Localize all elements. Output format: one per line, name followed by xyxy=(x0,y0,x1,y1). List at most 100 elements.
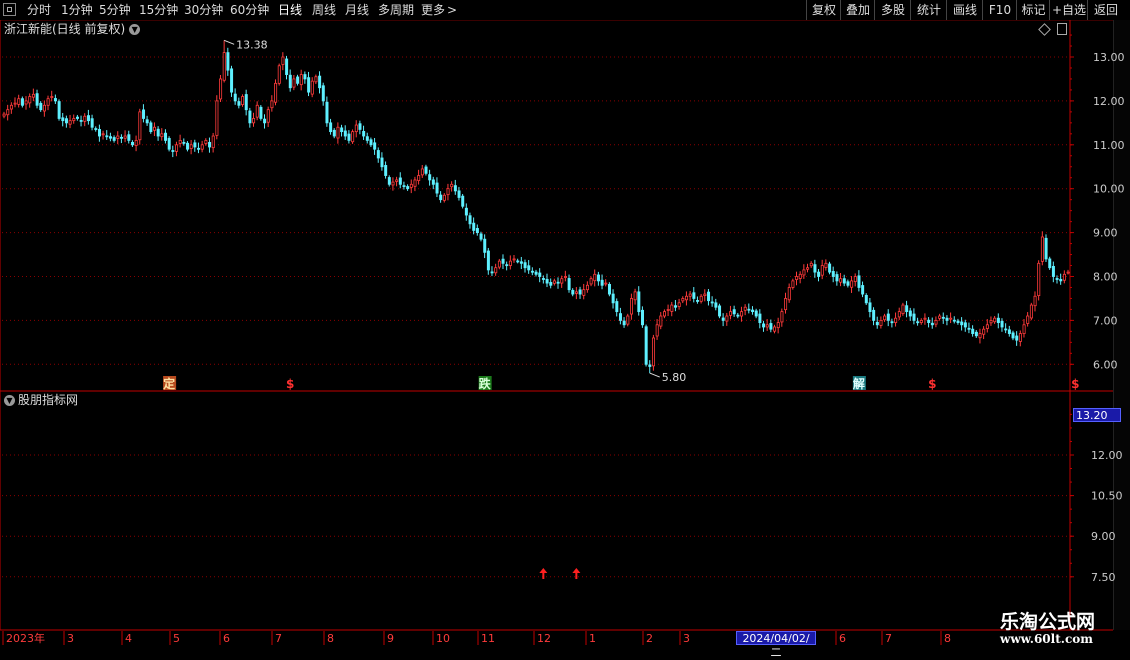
candle-body xyxy=(563,276,567,278)
candle-body xyxy=(1022,324,1026,334)
date-label-2: 4 xyxy=(125,632,132,645)
candle-body xyxy=(1000,320,1004,328)
candle-body xyxy=(461,195,465,207)
candle-body xyxy=(424,166,428,174)
candle-body xyxy=(153,126,157,131)
candle-body xyxy=(648,364,652,367)
candle-body xyxy=(2,113,6,117)
candle-body xyxy=(626,315,630,325)
candle-body xyxy=(798,273,802,279)
candle-body xyxy=(182,141,186,144)
candle-body xyxy=(556,281,560,284)
candle-body xyxy=(53,98,57,102)
candle-body xyxy=(230,68,234,93)
candle-body xyxy=(974,331,978,337)
candle-body xyxy=(97,129,101,137)
candle-body xyxy=(527,265,531,271)
candle-body xyxy=(475,228,479,234)
candle-body xyxy=(652,337,656,367)
candle-body xyxy=(189,144,193,149)
candle-body xyxy=(901,304,905,314)
candle-body xyxy=(420,168,424,176)
candle-body xyxy=(219,78,223,100)
sub-tick-label-1: 9.00 xyxy=(1091,530,1116,543)
candle-body xyxy=(450,183,454,188)
candle-body xyxy=(376,150,380,159)
candle-body xyxy=(483,238,487,253)
chart-canvas[interactable]: 6.00 7.00 8.00 9.00 10.00 11.00 12.00 13.00 7.50… xyxy=(0,0,1130,650)
candle-body xyxy=(446,188,450,196)
candle-body xyxy=(813,264,817,273)
candle-body xyxy=(996,317,1000,323)
candle-body xyxy=(145,119,149,124)
candle-body xyxy=(494,267,498,274)
candle-body xyxy=(307,77,311,93)
candle-body xyxy=(615,301,619,313)
candle-body xyxy=(1011,332,1015,339)
candle-body xyxy=(732,309,736,315)
candle-body xyxy=(886,313,890,321)
candle-body xyxy=(666,309,670,311)
signal-label-4: $ xyxy=(928,377,936,391)
date-label-4: 6 xyxy=(223,632,230,645)
candle-body xyxy=(1037,262,1041,296)
candle-body xyxy=(413,179,417,187)
candle-body xyxy=(340,127,344,133)
candle-body xyxy=(57,101,61,119)
candle-body xyxy=(486,250,490,271)
candle-body xyxy=(831,271,835,277)
candle-body xyxy=(259,106,263,119)
candle-body xyxy=(42,104,46,112)
candle-body xyxy=(685,295,689,301)
candle-body xyxy=(6,109,10,116)
candle-body xyxy=(552,280,556,284)
candle-body xyxy=(120,136,124,139)
candle-body xyxy=(963,322,967,328)
candle-body xyxy=(479,233,483,240)
candle-body xyxy=(868,302,872,313)
candle-body xyxy=(820,265,824,276)
candle-body xyxy=(31,93,35,98)
date-label-10: 12 xyxy=(537,632,551,645)
candle-body xyxy=(578,289,582,295)
candle-body xyxy=(912,313,916,321)
candle-body xyxy=(398,177,402,185)
candle-body xyxy=(347,133,351,141)
sub-tick-label-0: 7.50 xyxy=(1091,571,1116,584)
candle-body xyxy=(501,258,505,264)
candle-body xyxy=(784,298,788,311)
candle-body xyxy=(28,96,32,104)
candle-body xyxy=(545,278,549,284)
candle-body xyxy=(1044,237,1048,260)
candle-body xyxy=(923,317,927,320)
candle-body xyxy=(138,111,142,141)
low-price-label: 5.80 xyxy=(662,371,687,384)
candle-body xyxy=(134,140,138,146)
candle-body xyxy=(585,284,589,291)
candle-body xyxy=(582,289,586,296)
candle-body xyxy=(1007,329,1011,334)
candle-body xyxy=(890,321,894,324)
candle-body xyxy=(842,278,846,284)
candle-body xyxy=(112,137,116,141)
candle-body xyxy=(241,96,245,106)
high-price-label: 13.38 xyxy=(236,38,268,51)
candle-body xyxy=(714,302,718,308)
signal-label-1: $ xyxy=(286,377,294,391)
candle-body xyxy=(952,319,956,322)
candle-body xyxy=(211,135,215,149)
candle-body xyxy=(629,298,633,315)
candle-body xyxy=(692,292,696,299)
candle-body xyxy=(329,122,333,133)
candle-body xyxy=(677,302,681,307)
candle-body xyxy=(270,100,274,109)
low-pointer xyxy=(649,372,660,378)
candle-body xyxy=(226,52,230,71)
candle-body xyxy=(380,157,384,168)
candle-body xyxy=(149,122,153,133)
candle-body xyxy=(9,104,13,110)
candle-body xyxy=(318,75,322,89)
candle-body xyxy=(292,78,296,88)
candle-body xyxy=(1018,333,1022,342)
candle-body xyxy=(406,186,410,190)
